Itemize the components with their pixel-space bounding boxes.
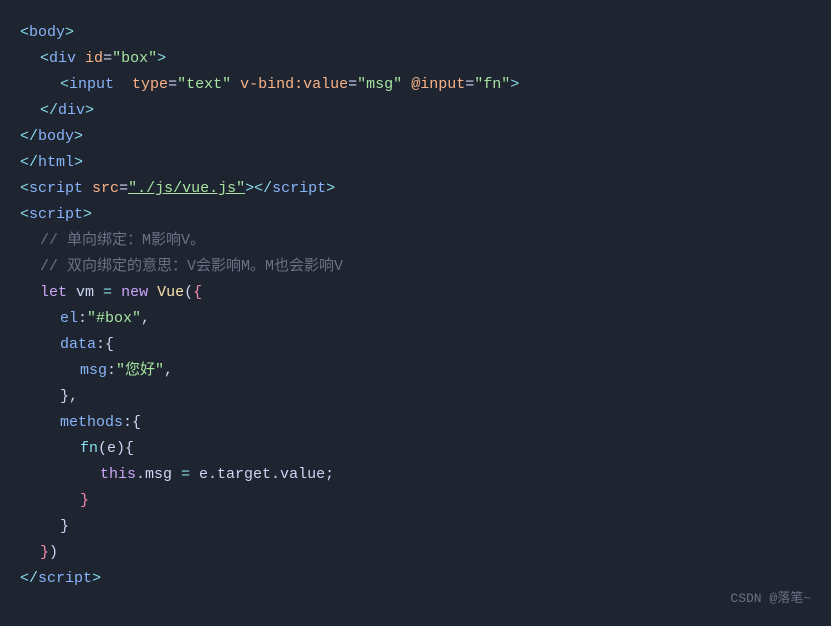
code-line: <script> <box>0 202 831 228</box>
code-line: </div> <box>0 98 831 124</box>
code-line: <script src="./js/vue.js"></script> <box>0 176 831 202</box>
code-line: this.msg = e.target.value; <box>0 462 831 488</box>
code-line: fn(e){ <box>0 436 831 462</box>
code-line: }, <box>0 384 831 410</box>
code-line: </script> <box>0 566 831 592</box>
code-line: // 单向绑定：M影响V。 <box>0 228 831 254</box>
code-line: }) <box>0 540 831 566</box>
code-line: <div id="box"> <box>0 46 831 72</box>
code-line: <body> <box>0 20 831 46</box>
code-line: } <box>0 514 831 540</box>
watermark: CSDN @落笔~ <box>730 589 811 610</box>
code-editor: <body><div id="box"><input type="text" v… <box>0 12 831 600</box>
code-line: <input type="text" v-bind:value="msg" @i… <box>0 72 831 98</box>
code-line: </body> <box>0 124 831 150</box>
code-line: </html> <box>0 150 831 176</box>
code-line: msg:"您好", <box>0 358 831 384</box>
code-line: } <box>0 488 831 514</box>
code-line: // 双向绑定的意思：V会影响M。M也会影响V <box>0 254 831 280</box>
code-line: data:{ <box>0 332 831 358</box>
code-line: el:"#box", <box>0 306 831 332</box>
code-line: methods:{ <box>0 410 831 436</box>
code-line: let vm = new Vue({ <box>0 280 831 306</box>
